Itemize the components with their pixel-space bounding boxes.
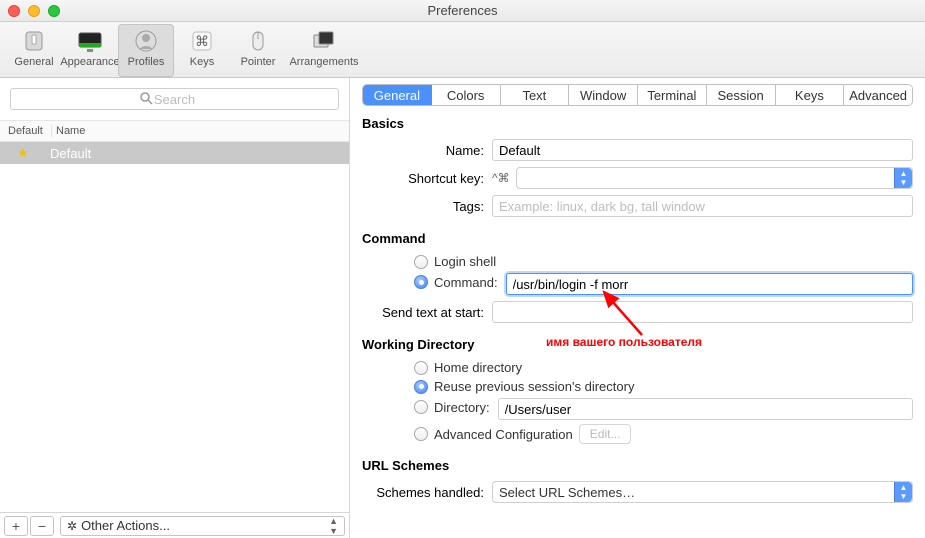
radio-icon	[414, 361, 428, 375]
updown-icon: ▲▼	[894, 482, 912, 502]
svg-text:⌘: ⌘	[195, 33, 209, 49]
tab-session[interactable]: Session	[707, 85, 776, 105]
edit-button[interactable]: Edit...	[579, 424, 632, 444]
command-section: Command Login shell Command:	[362, 231, 913, 323]
radio-icon	[414, 400, 428, 414]
name-input[interactable]	[492, 139, 913, 161]
other-actions-menu[interactable]: ✲ Other Actions... ▲▼	[60, 516, 345, 536]
toolbar-pointer[interactable]: Pointer	[230, 24, 286, 77]
basics-section: Basics Name: Shortcut key: ^⌘ ▲▼	[362, 116, 913, 217]
login-shell-radio[interactable]: Login shell	[414, 254, 913, 269]
search-icon	[140, 92, 153, 108]
tags-label: Tags:	[362, 199, 492, 214]
gear-icon: ✲	[67, 519, 77, 533]
command-key-icon: ⌘	[187, 28, 217, 54]
schemes-combo[interactable]: Select URL Schemes… ▲▼	[492, 481, 913, 503]
radio-icon	[414, 275, 428, 289]
basics-heading: Basics	[362, 116, 913, 131]
titlebar: Preferences	[0, 0, 925, 22]
name-label: Name:	[362, 143, 492, 158]
workdir-section: Working Directory Home directory Reuse p…	[362, 337, 913, 444]
profiles-sidebar: Default Name ★ Default + − ✲ Other Actio…	[0, 78, 350, 538]
home-dir-radio[interactable]: Home directory	[414, 360, 913, 375]
tab-terminal[interactable]: Terminal	[638, 85, 707, 105]
switch-icon	[19, 28, 49, 54]
updown-icon: ▲▼	[894, 168, 912, 188]
tab-advanced[interactable]: Advanced	[844, 85, 912, 105]
send-text-label: Send text at start:	[362, 305, 492, 320]
profile-tabs: General Colors Text Window Terminal Sess…	[362, 84, 913, 106]
shortcut-combo[interactable]: ▲▼	[516, 167, 913, 189]
command-heading: Command	[362, 231, 913, 246]
radio-icon	[414, 255, 428, 269]
shortcut-label: Shortcut key:	[362, 171, 492, 186]
radio-icon	[414, 427, 428, 441]
profile-list[interactable]: ★ Default	[0, 142, 349, 512]
prefs-toolbar: General Appearance Profiles ⌘ Keys Point…	[0, 22, 925, 78]
windows-icon	[309, 28, 339, 54]
tab-general[interactable]: General	[363, 85, 432, 105]
directory-radio[interactable]: Directory:	[414, 400, 490, 415]
toolbar-arrangements[interactable]: Arrangements	[286, 24, 362, 77]
star-icon: ★	[0, 145, 46, 161]
toolbar-keys[interactable]: ⌘ Keys	[174, 24, 230, 77]
tab-keys[interactable]: Keys	[776, 85, 845, 105]
search-input[interactable]	[10, 88, 339, 110]
workdir-heading: Working Directory	[362, 337, 913, 352]
toolbar-profiles[interactable]: Profiles	[118, 24, 174, 77]
send-text-input[interactable]	[492, 301, 913, 323]
radio-icon	[414, 380, 428, 394]
shortcut-modifiers: ^⌘	[492, 171, 510, 185]
tab-text[interactable]: Text	[501, 85, 570, 105]
mouse-icon	[243, 28, 273, 54]
profile-row[interactable]: ★ Default	[0, 142, 349, 164]
adv-config-radio[interactable]: Advanced Configuration	[434, 427, 573, 442]
tab-window[interactable]: Window	[569, 85, 638, 105]
tab-colors[interactable]: Colors	[432, 85, 501, 105]
updown-icon: ▲▼	[329, 516, 338, 536]
profile-list-header: Default Name	[0, 120, 349, 142]
reuse-dir-radio[interactable]: Reuse previous session's directory	[414, 379, 913, 394]
window-title: Preferences	[0, 3, 925, 18]
command-radio[interactable]: Command:	[414, 275, 498, 290]
command-input[interactable]	[506, 273, 913, 295]
toolbar-general[interactable]: General	[6, 24, 62, 77]
profile-settings: General Colors Text Window Terminal Sess…	[350, 78, 925, 538]
directory-input[interactable]	[498, 398, 913, 420]
toolbar-appearance[interactable]: Appearance	[62, 24, 118, 77]
remove-profile-button[interactable]: −	[30, 516, 54, 536]
schemes-label: Schemes handled:	[362, 485, 492, 500]
profile-icon	[131, 28, 161, 54]
monitor-icon	[75, 28, 105, 54]
add-profile-button[interactable]: +	[4, 516, 28, 536]
tags-input[interactable]	[492, 195, 913, 217]
url-heading: URL Schemes	[362, 458, 913, 473]
url-schemes-section: URL Schemes Schemes handled: Select URL …	[362, 458, 913, 503]
